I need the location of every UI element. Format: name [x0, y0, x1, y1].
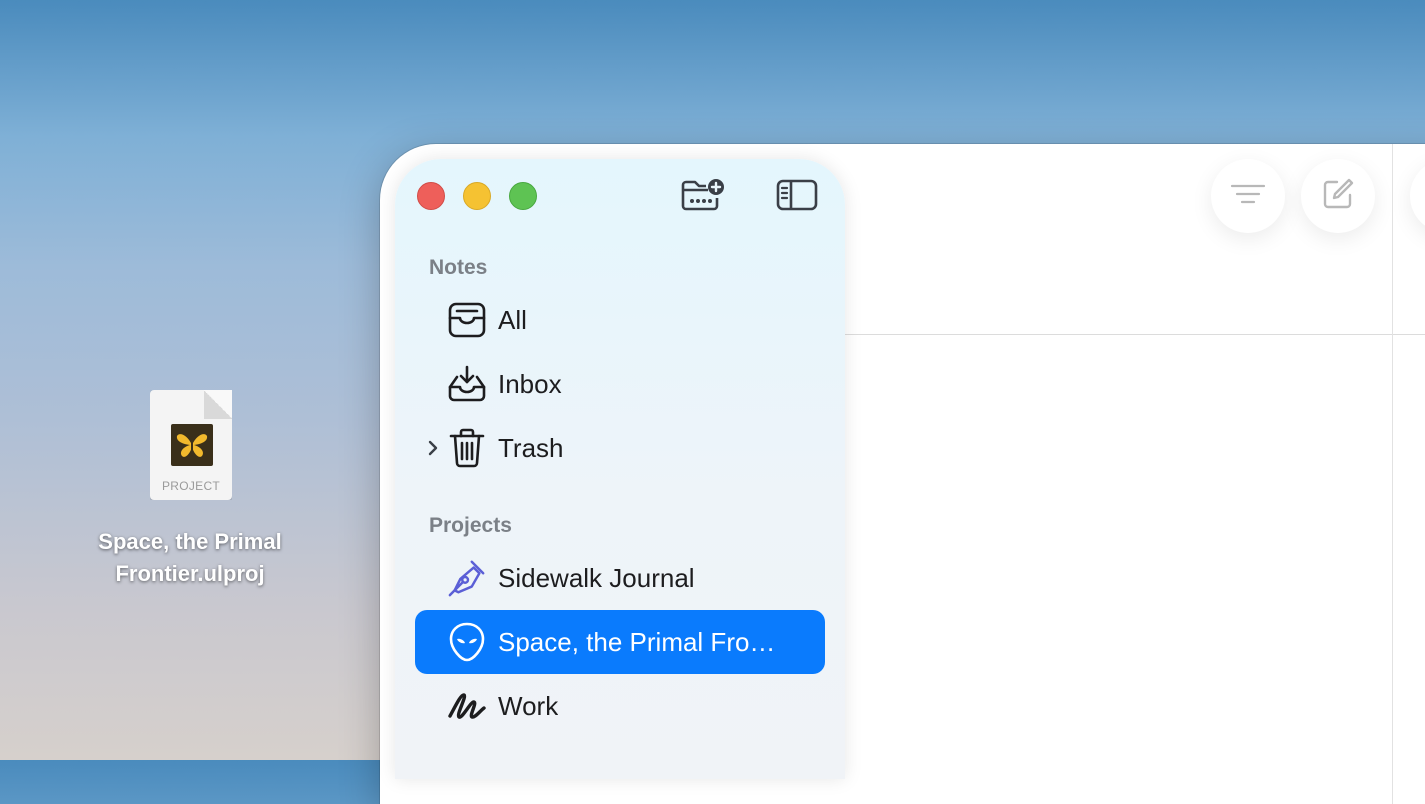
- sidebar-item-label: Inbox: [498, 368, 562, 399]
- inbox-download-icon: [447, 364, 487, 404]
- tray-icon: [447, 300, 487, 340]
- sidebar-item-label: Trash: [498, 432, 564, 463]
- minimize-button[interactable]: [463, 182, 491, 210]
- new-group-button[interactable]: [679, 177, 727, 217]
- sidebar-item-work[interactable]: Work: [415, 674, 825, 738]
- toggle-sidebar-button[interactable]: [773, 177, 821, 217]
- file-name-line1: Space, the Primal: [98, 529, 282, 554]
- folder-add-icon: [680, 178, 726, 217]
- fountain-pen-icon: [447, 558, 487, 598]
- sidebar-item-trash[interactable]: Trash: [415, 416, 825, 480]
- sidebar-item-label: Sidewalk Journal: [498, 562, 695, 593]
- sidebar: Notes All Inbox Trash Projects Sidewalk …: [395, 159, 845, 779]
- sidebar-item-label: Work: [498, 690, 559, 721]
- sort-lines-icon: [1230, 182, 1266, 211]
- file-name-line2: Frontier.ulproj: [115, 561, 265, 586]
- scribble-icon: [447, 686, 487, 726]
- sidebar-toggle-icon: [776, 179, 818, 216]
- trash-icon: [447, 428, 487, 468]
- butterfly-icon: [171, 424, 213, 466]
- chevron-right-icon[interactable]: [425, 436, 441, 460]
- note-list-header-divider: [845, 334, 1425, 335]
- section-header-notes: Notes: [429, 256, 488, 279]
- sidebar-item-label: Space, the Primal Fro…: [498, 626, 776, 657]
- section-header-projects: Projects: [429, 514, 512, 537]
- column-divider[interactable]: [1392, 144, 1393, 804]
- file-name[interactable]: Space, the Primal Frontier.ulproj: [80, 526, 300, 590]
- close-button[interactable]: [417, 182, 445, 210]
- compose-icon: [1320, 176, 1356, 217]
- sidebar-item-space-the-primal-frontier[interactable]: Space, the Primal Fro…: [415, 610, 825, 674]
- sort-button[interactable]: [1211, 159, 1285, 233]
- sidebar-item-inbox[interactable]: Inbox: [415, 352, 825, 416]
- more-toolbar-button[interactable]: [1410, 159, 1425, 233]
- zoom-button[interactable]: [509, 182, 537, 210]
- sidebar-item-all[interactable]: All: [415, 288, 825, 352]
- sidebar-item-label: All: [498, 304, 527, 335]
- document-fold: [204, 390, 232, 419]
- alien-icon: [447, 622, 487, 662]
- file-type-badge: PROJECT: [161, 479, 221, 493]
- sidebar-item-sidewalk-journal[interactable]: Sidewalk Journal: [415, 546, 825, 610]
- compose-button[interactable]: [1301, 159, 1375, 233]
